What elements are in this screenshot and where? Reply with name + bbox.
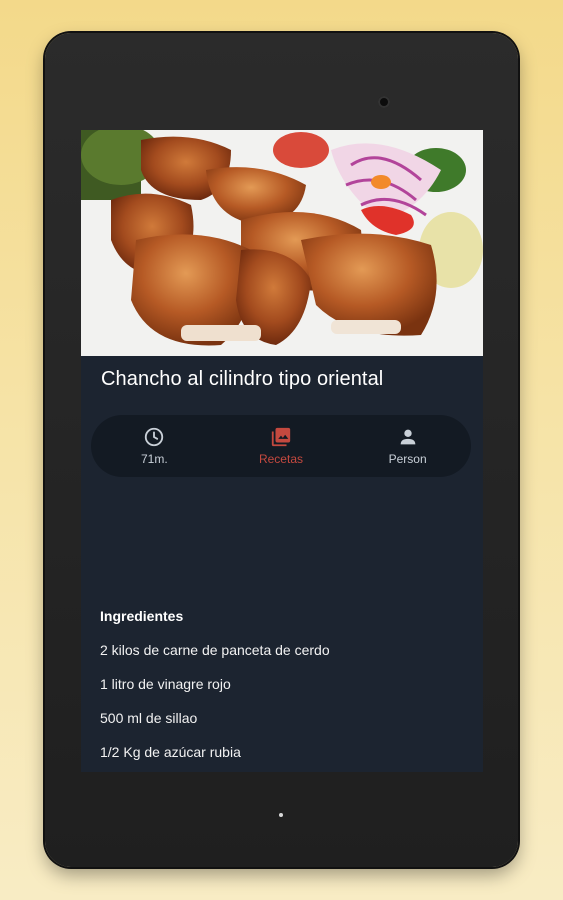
tab-recetas[interactable]: Recetas	[226, 421, 336, 471]
recipe-title: Chancho al cilindro tipo oriental	[101, 368, 384, 390]
recipe-image	[81, 130, 483, 356]
ingredient-item: 2 kilos de carne de panceta de cerdo	[100, 642, 330, 658]
ingredients-section: Ingredientes 2 kilos de carne de panceta…	[100, 608, 473, 772]
ingredient-item: 1 litro de vinagre rojo	[100, 676, 231, 692]
clock-icon	[145, 427, 164, 447]
person-icon	[400, 429, 415, 445]
tab-time-label: 71m.	[140, 452, 168, 466]
recipe-tab-bar: 71m. Recetas Person	[91, 415, 471, 477]
tab-recetas-label: Recetas	[258, 452, 303, 466]
sensor-dot	[279, 813, 283, 817]
tab-person-label: Person	[388, 452, 427, 466]
roasted-pork-illustration	[81, 130, 483, 356]
tab-time[interactable]: 71m.	[99, 421, 209, 471]
tablet-frame: Chancho al cilindro tipo oriental 71m. R…	[45, 33, 518, 867]
app-screen: Chancho al cilindro tipo oriental 71m. R…	[81, 130, 483, 772]
tab-person[interactable]: Person	[353, 421, 463, 471]
ingredient-item: 500 ml de sillao	[100, 710, 198, 726]
ingredient-item: 1/2 Kg de azúcar rubia	[100, 744, 241, 760]
camera-icon	[378, 96, 390, 108]
photo-library-icon	[271, 427, 291, 447]
ingredients-heading: Ingredientes	[100, 608, 184, 624]
